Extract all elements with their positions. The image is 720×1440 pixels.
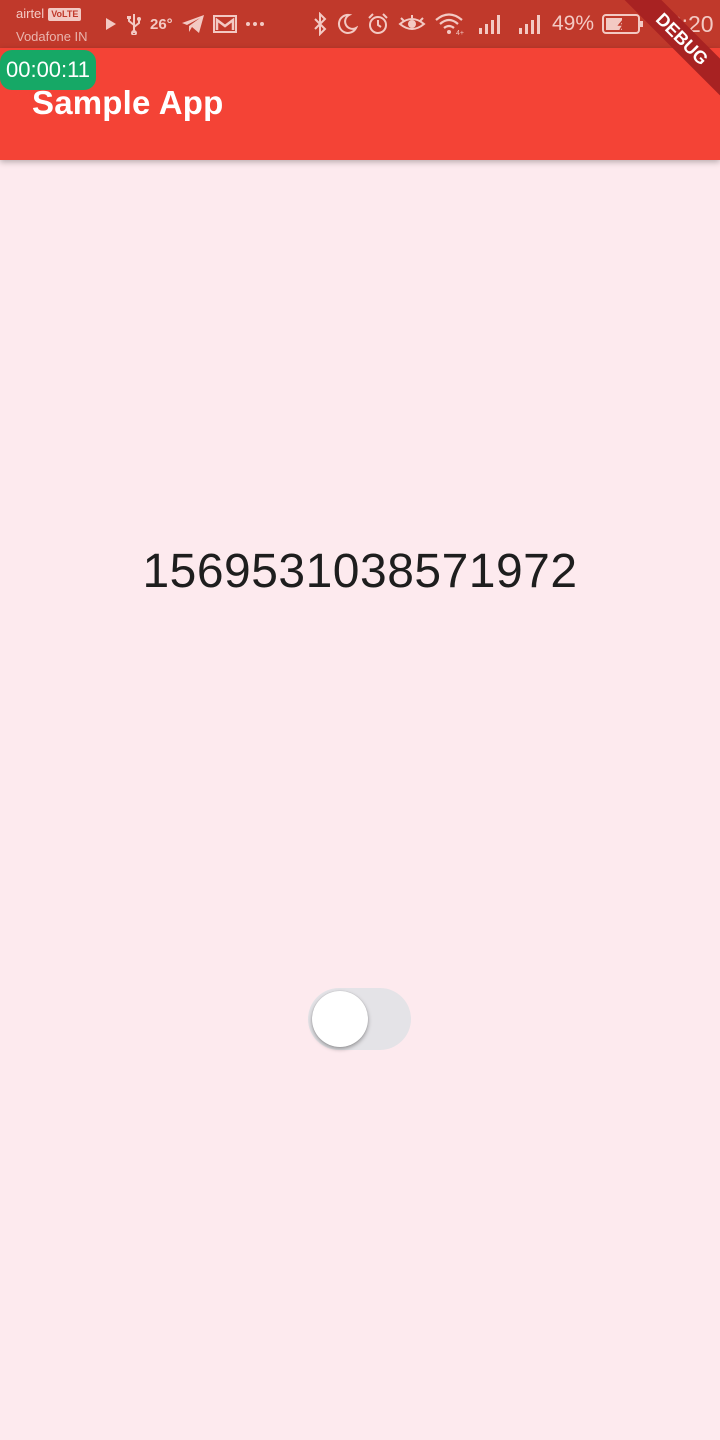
gmail-icon <box>212 14 237 34</box>
number-display: 1569531038571972 <box>142 545 578 598</box>
more-dots-icon <box>245 21 265 27</box>
eye-icon <box>398 14 426 34</box>
carrier-secondary-label: Vodafone IN <box>16 29 88 44</box>
usb-icon <box>126 13 142 35</box>
carrier-primary-label: airtel <box>16 6 45 21</box>
telegram-icon <box>181 14 205 34</box>
volte-badge: VoLTE <box>48 7 82 21</box>
alarm-icon <box>366 12 390 36</box>
toggle-thumb[interactable] <box>312 991 368 1047</box>
debug-banner: DEBUG <box>616 0 720 105</box>
main-content: 1569531038571972 <box>0 160 720 1440</box>
carrier-info: airtel VoLTE Vodafone IN <box>16 5 106 45</box>
signal-icon <box>518 12 544 36</box>
bluetooth-icon <box>312 12 328 36</box>
toggle-switch[interactable] <box>308 988 411 1050</box>
svg-text:4+: 4+ <box>456 30 464 36</box>
wifi-icon: 4+ <box>434 12 464 36</box>
debug-banner-container: DEBUG <box>580 0 720 140</box>
moon-icon <box>336 13 358 35</box>
signal-icon <box>478 12 504 36</box>
temperature-label: 26° <box>150 15 173 33</box>
play-icon <box>104 16 118 32</box>
notification-icons: 26° <box>104 10 265 38</box>
recording-timer[interactable]: 00:00:11 <box>0 50 96 90</box>
